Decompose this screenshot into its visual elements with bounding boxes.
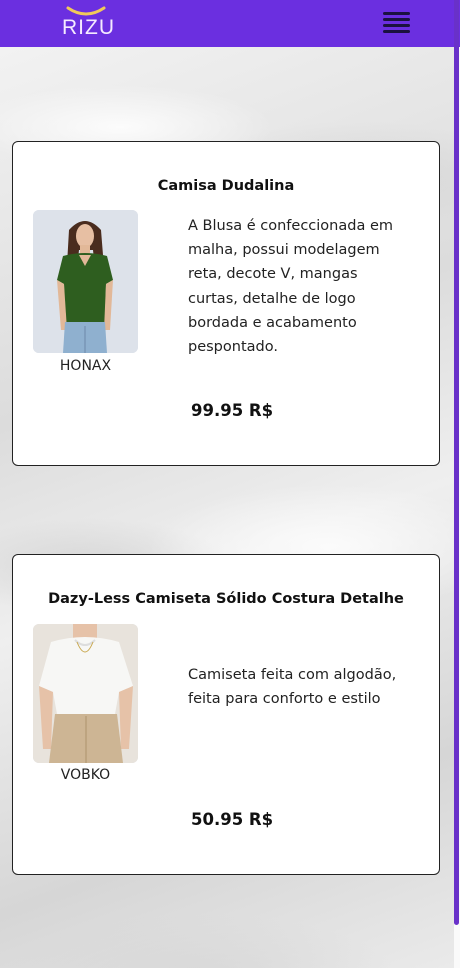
top-navbar: RIZU [0,0,460,47]
product-image[interactable] [33,624,138,763]
product-brand: HONAX [59,358,112,374]
logo[interactable]: RIZU [62,2,115,44]
product-photo-white-tshirt [33,624,138,763]
product-brand: VOBKO [60,767,111,783]
product-description: A Blusa é confeccionada em malha, possui… [188,218,393,356]
hamburger-menu-icon [383,12,410,33]
product-title: Camisa Dudalina [157,178,295,194]
product-description: Camiseta feita com algodão, feita para c… [188,667,397,708]
product-image[interactable] [33,210,138,353]
product-card[interactable]: Camisa Dudalina HONAX A Blusa é confecci… [12,141,440,466]
product-title: Dazy-Less Camiseta Sólido Costura Detalh… [48,591,404,607]
product-price: 99.95 R$ [191,401,274,420]
logo-text: RIZU [62,16,115,39]
menu-button[interactable] [380,9,414,37]
product-photo-green-blouse [33,210,138,353]
product-price: 50.95 R$ [191,810,274,829]
scrollbar-thumb[interactable] [454,0,459,925]
product-card[interactable]: Dazy-Less Camiseta Sólido Costura Detalh… [12,554,440,875]
